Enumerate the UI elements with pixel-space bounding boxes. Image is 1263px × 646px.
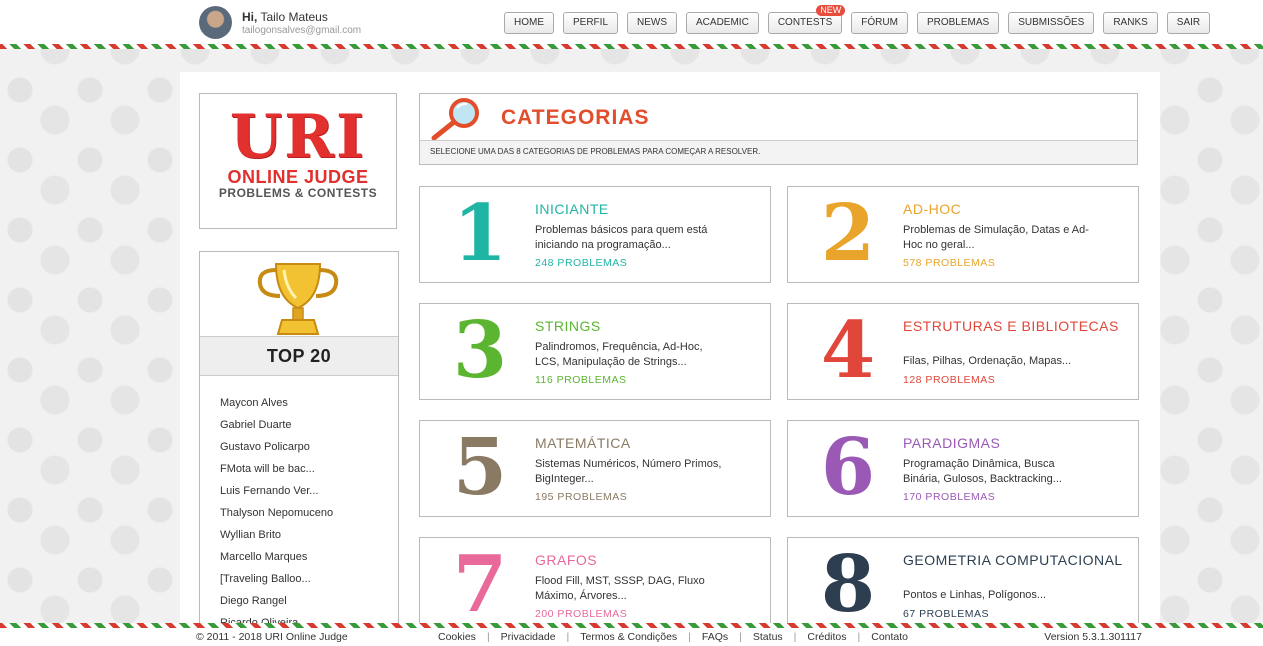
category-name[interactable]: GEOMETRIA COMPUTACIONAL	[903, 553, 1133, 567]
top20-user[interactable]: Gustavo Policarpo	[220, 436, 333, 458]
categories-title: CATEGORIAS	[501, 106, 650, 129]
category-description: Programação Dinâmica, Busca Binária, Gul…	[903, 458, 1062, 485]
category-card-iniciante[interactable]: 1 INICIANTE Problemas básicos para quem …	[419, 186, 771, 283]
footer-link-termos[interactable]: Termos & Condições	[580, 628, 677, 646]
top20-user[interactable]: Diego Rangel	[220, 590, 333, 612]
category-card-estruturas[interactable]: 4 ESTRUTURAS E BIBLIOTECAS Filas, Pilhas…	[787, 303, 1139, 400]
nav-home-button[interactable]: HOME	[504, 12, 554, 34]
new-badge: NEW	[816, 5, 846, 16]
category-number: 2	[820, 188, 876, 279]
category-count: 200 PROBLEMAS	[535, 608, 628, 620]
category-name[interactable]: PARADIGMAS	[903, 436, 1133, 450]
nav-academic-button[interactable]: ACADEMIC	[686, 12, 759, 34]
top-divider-stripe	[0, 44, 1263, 49]
footer-link-privacidade[interactable]: Privacidade	[501, 628, 556, 646]
categories-subtitle: SELECIONE UMA DAS 8 CATEGORIAS DE PROBLE…	[420, 140, 1137, 164]
category-count: 248 PROBLEMAS	[535, 257, 628, 269]
footer-version: Version 5.3.1.301117	[1044, 631, 1142, 643]
top20-title: TOP 20	[200, 336, 398, 376]
footer-link-faqs[interactable]: FAQs	[702, 628, 728, 646]
user-name[interactable]: Tailo Mateus	[260, 10, 327, 24]
main-nav: HOME PERFIL NEWS ACADEMIC CONTESTS NEW F…	[504, 5, 1219, 34]
nav-contests-button[interactable]: CONTESTS NEW	[767, 5, 846, 34]
footer-separator: |	[688, 631, 691, 643]
nav-ranks-button[interactable]: RANKS	[1103, 12, 1158, 34]
category-count: 578 PROBLEMAS	[903, 257, 996, 269]
nav-submissoes-button[interactable]: SUBMISSÕES	[1008, 12, 1095, 34]
footer-copyright: © 2011 - 2018 URI Online Judge	[196, 631, 348, 643]
category-number: 1	[452, 188, 508, 279]
top20-user[interactable]: FMota will be bac...	[220, 458, 333, 480]
category-number: 5	[452, 422, 508, 513]
category-name[interactable]: GRAFOS	[535, 553, 765, 567]
category-count: 195 PROBLEMAS	[535, 491, 628, 503]
category-description: Filas, Pilhas, Ordenação, Mapas...	[903, 355, 1072, 367]
logo-line2: PROBLEMS & CONTESTS	[218, 186, 378, 200]
category-description: Palindromos, Frequência, Ad-Hoc, LCS, Ma…	[535, 341, 703, 368]
top20-user[interactable]: Wyllian Brito	[220, 524, 333, 546]
category-card-grafos[interactable]: 7 GRAFOS Flood Fill, MST, SSSP, DAG, Flu…	[419, 537, 771, 630]
user-avatar[interactable]	[199, 6, 232, 39]
category-number: 8	[820, 539, 876, 630]
category-card-paradigmas[interactable]: 6 PARADIGMAS Programação Dinâmica, Busca…	[787, 420, 1139, 517]
category-description: Flood Fill, MST, SSSP, DAG, Fluxo Máximo…	[535, 575, 705, 602]
uri-logo[interactable]: URI ONLINE JUDGE PROBLEMS & CONTESTS	[199, 93, 397, 229]
top20-user[interactable]: Thalyson Nepomuceno	[220, 502, 333, 524]
category-card-strings[interactable]: 3 STRINGS Palindromos, Frequência, Ad-Ho…	[419, 303, 771, 400]
nav-contests-label: CONTESTS	[777, 17, 833, 28]
category-description: Sistemas Numéricos, Número Primos, BigIn…	[535, 458, 722, 485]
top20-user[interactable]: [Traveling Balloo...	[220, 568, 333, 590]
category-card-ad-hoc[interactable]: 2 AD-HOC Problemas de Simulação, Datas e…	[787, 186, 1139, 283]
footer-separator: |	[566, 631, 570, 643]
category-number: 7	[452, 539, 508, 630]
category-number: 4	[820, 305, 876, 396]
top20-user[interactable]: Maycon Alves	[220, 392, 333, 414]
top20-panel: TOP 20 Maycon Alves Gabriel Duarte Gusta…	[199, 251, 399, 623]
category-description: Problemas básicos para quem está inician…	[535, 224, 708, 251]
top20-user[interactable]: Marcello Marques	[220, 546, 333, 568]
nav-news-button[interactable]: NEWS	[627, 12, 678, 34]
nav-perfil-button[interactable]: PERFIL	[563, 12, 619, 34]
footer-separator: |	[486, 631, 490, 643]
logo-main-text: URI	[229, 102, 367, 172]
categories-header: CATEGORIAS SELECIONE UMA DAS 8 CATEGORIA…	[419, 93, 1138, 165]
footer-link-cookies[interactable]: Cookies	[438, 628, 476, 646]
footer-separator: |	[857, 631, 861, 643]
category-number: 3	[452, 305, 508, 396]
category-count: 128 PROBLEMAS	[903, 374, 996, 386]
magnifier-icon	[431, 98, 479, 141]
nav-forum-button[interactable]: FÓRUM	[851, 12, 908, 34]
category-number: 6	[820, 422, 876, 513]
footer-link-creditos[interactable]: Créditos	[807, 628, 846, 646]
category-name[interactable]: MATEMÁTICA	[535, 436, 765, 450]
top20-user[interactable]: Ricardo Oliveira	[220, 612, 333, 623]
nav-sair-button[interactable]: SAIR	[1166, 12, 1211, 34]
footer-links: Cookies | Privacidade | Termos & Condições…	[438, 628, 908, 646]
category-count: 67 PROBLEMAS	[903, 608, 989, 620]
trophy-icon	[257, 263, 339, 335]
footer-link-contato[interactable]: Contato	[871, 628, 908, 646]
user-email: tailogonsalves@gmail.com	[242, 25, 362, 36]
footer: © 2011 - 2018 URI Online Judge Cookies | …	[0, 628, 1263, 646]
top20-list: Maycon Alves Gabriel Duarte Gustavo Poli…	[220, 392, 333, 623]
category-count: 116 PROBLEMAS	[535, 374, 627, 386]
user-greeting: Hi, Tailo Mateus	[242, 10, 328, 24]
category-name[interactable]: INICIANTE	[535, 202, 765, 216]
category-name[interactable]: STRINGS	[535, 319, 765, 333]
category-card-geometria[interactable]: 8 GEOMETRIA COMPUTACIONAL Pontos e Linha…	[787, 537, 1139, 630]
category-card-matematica[interactable]: 5 MATEMÁTICA Sistemas Numéricos, Número …	[419, 420, 771, 517]
category-description: Problemas de Simulação, Datas e Ad-Hoc n…	[903, 224, 1089, 251]
top-bar: Hi, Tailo Mateus tailogonsalves@gmail.co…	[0, 0, 1263, 44]
logo-line1: ONLINE JUDGE	[227, 167, 369, 187]
category-name[interactable]: ESTRUTURAS E BIBLIOTECAS	[903, 319, 1133, 333]
footer-separator: |	[739, 631, 742, 643]
category-count: 170 PROBLEMAS	[903, 491, 996, 503]
nav-problemas-button[interactable]: PROBLEMAS	[916, 12, 1000, 34]
footer-separator: |	[793, 631, 797, 643]
top20-user[interactable]: Gabriel Duarte	[220, 414, 333, 436]
category-description: Pontos e Linhas, Polígonos...	[903, 589, 1047, 601]
footer-link-status[interactable]: Status	[753, 628, 783, 646]
category-name[interactable]: AD-HOC	[903, 202, 1133, 216]
top20-user[interactable]: Luis Fernando Ver...	[220, 480, 333, 502]
